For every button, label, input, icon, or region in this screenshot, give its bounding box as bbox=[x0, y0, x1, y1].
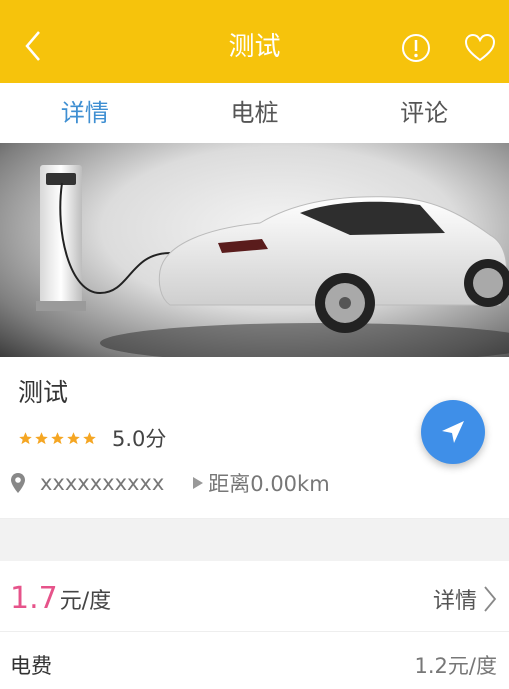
station-name: 测试 bbox=[18, 378, 69, 407]
price-detail-link[interactable]: 详情 bbox=[433, 583, 497, 615]
star-icon bbox=[67, 431, 80, 444]
chevron-right-icon bbox=[484, 586, 497, 612]
status-bar bbox=[0, 0, 509, 8]
star-icon bbox=[35, 431, 48, 444]
price-unit: 元/度 bbox=[59, 589, 112, 614]
star-icon bbox=[19, 431, 32, 444]
location-row: xxxxxxxxxx 距离0.00km bbox=[10, 468, 330, 498]
price-detail-label: 详情 bbox=[432, 589, 477, 614]
station-info-card: 测试 5.0分 xxxxxxxxxx 距离0.00km bbox=[0, 357, 509, 519]
fee-value: 1.2元/度 bbox=[414, 654, 497, 678]
navigation-arrow-icon bbox=[442, 421, 464, 443]
tab-chargers[interactable]: 电桩 bbox=[170, 83, 340, 143]
favorite-button[interactable] bbox=[463, 32, 497, 64]
ev-charging-illustration bbox=[36, 165, 509, 357]
page-title: 测试 bbox=[228, 32, 281, 62]
report-button[interactable] bbox=[400, 32, 432, 64]
electricity-fee-row: 电费 1.2元/度 bbox=[0, 632, 509, 689]
station-address: xxxxxxxxxx bbox=[40, 471, 165, 495]
navigate-button[interactable] bbox=[421, 400, 485, 464]
map-pin-icon bbox=[11, 473, 25, 493]
rating-score: 5.0分 bbox=[112, 427, 167, 451]
price-row: 1.7 元/度 详情 bbox=[0, 561, 509, 632]
tab-comments[interactable]: 评论 bbox=[339, 83, 509, 143]
station-photo bbox=[0, 143, 509, 357]
tab-bar: 详情 电桩 评论 bbox=[0, 83, 509, 143]
fee-label: 电费 bbox=[10, 654, 52, 678]
alert-circle-icon bbox=[402, 34, 430, 62]
tab-details[interactable]: 详情 bbox=[0, 83, 170, 143]
star-icon bbox=[51, 431, 64, 444]
station-distance: 距离0.00km bbox=[208, 472, 330, 496]
top-app-bar: 测试 bbox=[0, 0, 509, 83]
heart-outline-icon bbox=[464, 33, 496, 62]
rating-row: 5.0分 bbox=[18, 423, 166, 453]
price-number: 1.7 bbox=[10, 581, 58, 616]
star-rating bbox=[18, 431, 98, 446]
price: 1.7 元/度 bbox=[10, 581, 111, 616]
star-icon bbox=[83, 431, 96, 444]
section-divider bbox=[0, 519, 509, 561]
flag-icon bbox=[193, 477, 204, 489]
